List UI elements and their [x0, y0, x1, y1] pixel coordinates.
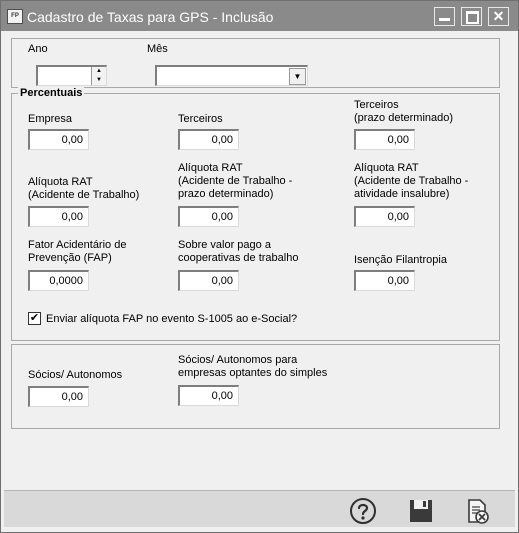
- rat-label: Alíquota RAT (Acidente de Trabalho): [28, 176, 140, 201]
- socios-autonomos-input[interactable]: 0,00: [28, 386, 89, 407]
- percentuais-title: Percentuais: [18, 87, 85, 99]
- socios-group: Sócios/ Autonomos 0,00 Sócios/ Autonomos…: [11, 344, 500, 429]
- rat-prazo-input[interactable]: 0,00: [178, 206, 239, 227]
- cancel-button[interactable]: [463, 497, 491, 525]
- percentuais-group: Percentuais Empresa 0,00 Terceiros 0,00 …: [11, 87, 500, 341]
- spin-down-icon[interactable]: ▼: [92, 76, 106, 85]
- maximize-button[interactable]: [461, 7, 482, 26]
- terceiros-label: Terceiros: [178, 113, 223, 125]
- terceiros-prazo-label: Terceiros (prazo determinado): [354, 99, 454, 124]
- minimize-icon: [439, 18, 450, 21]
- enviar-fap-label: Enviar alíquota FAP no evento S-1005 ao …: [46, 313, 298, 325]
- rat-insalubre-input[interactable]: 0,00: [354, 206, 415, 227]
- cancel-document-icon: [468, 499, 489, 524]
- terceiros-prazo-input[interactable]: 0,00: [354, 129, 415, 150]
- dialog-window: FP Cadastro de Taxas para GPS - Inclusão…: [0, 0, 519, 533]
- title-bar[interactable]: FP Cadastro de Taxas para GPS - Inclusão…: [1, 1, 518, 31]
- period-group: Ano ▲ ▼ Mês ▼: [11, 38, 500, 88]
- socios-autonomos-label: Sócios/ Autonomos: [28, 369, 123, 381]
- close-button[interactable]: ✕: [488, 7, 509, 26]
- empresa-input[interactable]: 0,00: [28, 129, 89, 150]
- fap-label: Fator Acidentário de Prevenção (FAP): [28, 239, 127, 264]
- chevron-down-icon[interactable]: ▼: [289, 68, 306, 85]
- ano-spinner[interactable]: ▲ ▼: [36, 65, 107, 86]
- cooperativas-label: Sobre valor pago a cooperativas de traba…: [178, 239, 299, 264]
- close-icon: ✕: [492, 8, 505, 24]
- filantropia-input[interactable]: 0,00: [354, 270, 415, 291]
- help-button[interactable]: [349, 497, 377, 525]
- enviar-fap-checkbox[interactable]: ✔: [28, 312, 41, 325]
- empresa-label: Empresa: [28, 113, 73, 125]
- mes-select[interactable]: ▼: [155, 65, 308, 86]
- dialog-body: Ano ▲ ▼ Mês ▼ Percentuais Empresa 0,00 T…: [4, 31, 515, 527]
- app-icon[interactable]: FP: [7, 9, 23, 24]
- filantropia-label: Isenção Filantropia: [354, 254, 447, 266]
- rat-insalubre-label: Alíquota RAT (Acidente de Trabalho - ati…: [354, 162, 469, 200]
- save-button[interactable]: [407, 497, 435, 525]
- ano-label: Ano: [28, 43, 48, 55]
- terceiros-input[interactable]: 0,00: [178, 129, 239, 150]
- cooperativas-input[interactable]: 0,00: [178, 270, 239, 291]
- help-icon: [350, 498, 376, 524]
- socios-simples-label: Sócios/ Autonomos para empresas optantes…: [178, 354, 328, 379]
- mes-label: Mês: [147, 43, 168, 55]
- save-icon: [410, 500, 432, 522]
- minimize-button[interactable]: [434, 7, 455, 26]
- maximize-icon: [466, 11, 479, 24]
- socios-simples-input[interactable]: 0,00: [178, 385, 239, 406]
- ano-spin-buttons: ▲ ▼: [91, 67, 106, 85]
- bottom-toolbar: [4, 490, 515, 527]
- rat-prazo-label: Alíquota RAT (Acidente de Trabalho - pra…: [178, 162, 293, 200]
- rat-input[interactable]: 0,00: [28, 206, 89, 227]
- window-title: Cadastro de Taxas para GPS - Inclusão: [27, 9, 274, 25]
- fap-input[interactable]: 0,0000: [28, 270, 89, 291]
